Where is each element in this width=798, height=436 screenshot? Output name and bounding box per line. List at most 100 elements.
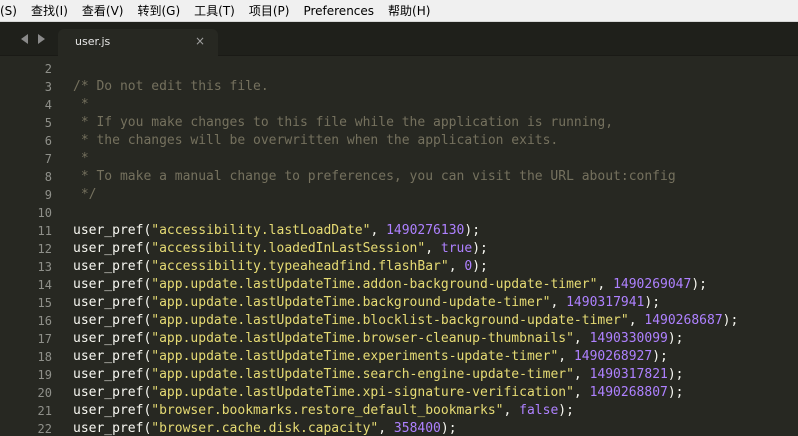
- line-number: 22: [37, 422, 52, 436]
- line-code: /* Do not edit this file.: [73, 78, 269, 96]
- line-code: user_pref("app.update.lastUpdateTime.bro…: [73, 330, 684, 348]
- close-icon[interactable]: ×: [195, 34, 205, 48]
- line-number: 5: [44, 116, 52, 130]
- code-line[interactable]: 5 * If you make changes to this file whi…: [0, 114, 798, 132]
- code-line[interactable]: 12 user_pref("accessibility.loadedInLastS…: [0, 240, 798, 258]
- function-name: user_pref(: [73, 313, 152, 328]
- comment-text: *: [73, 151, 89, 166]
- code-line[interactable]: 7 *: [0, 150, 798, 168]
- line-number: 9: [44, 188, 52, 202]
- arrow-right-icon[interactable]: [36, 33, 46, 45]
- line-number: 14: [37, 278, 52, 292]
- menu-item-view[interactable]: 查看(V): [75, 0, 131, 22]
- code-line[interactable]: 11 user_pref("accessibility.lastLoadDate"…: [0, 222, 798, 240]
- code-line[interactable]: 6 * the changes will be overwritten when…: [0, 132, 798, 150]
- menu-item-tools[interactable]: 工具(T): [187, 0, 242, 22]
- line-code: user_pref("accessibility.typeaheadfind.f…: [73, 258, 488, 276]
- function-name: user_pref(: [73, 349, 152, 364]
- line-number: 3: [44, 80, 52, 94]
- string-literal: "accessibility.typeaheadfind.flashBar": [151, 259, 449, 274]
- menu-item-help[interactable]: 帮助(H): [381, 0, 437, 22]
- code-line[interactable]: 15 user_pref("app.update.lastUpdateTime.b…: [0, 294, 798, 312]
- code-line[interactable]: 19 user_pref("app.update.lastUpdateTime.s…: [0, 366, 798, 384]
- code-line[interactable]: 21 user_pref("browser.bookmarks.restore_d…: [0, 402, 798, 420]
- menu-item-project[interactable]: 项目(P): [242, 0, 297, 22]
- function-name: user_pref(: [73, 277, 152, 292]
- line-code: * If you make changes to this file while…: [73, 114, 613, 132]
- menu-item-find[interactable]: 查找(I): [24, 0, 75, 22]
- function-name: user_pref(: [73, 385, 152, 400]
- punctuation: );: [667, 367, 684, 382]
- line-code: *: [73, 96, 89, 114]
- comment-text: */: [73, 187, 97, 202]
- string-literal: "browser.bookmarks.restore_default_bookm…: [151, 403, 504, 418]
- string-literal: "browser.cache.disk.capacity": [151, 421, 379, 436]
- arrow-left-icon[interactable]: [20, 33, 30, 45]
- punctuation: );: [667, 331, 684, 346]
- tab-user-js[interactable]: user.js ×: [58, 29, 218, 56]
- code-line[interactable]: 20 user_pref("app.update.lastUpdateTime.x…: [0, 384, 798, 402]
- line-number: 20: [37, 386, 52, 400]
- punctuation: ,: [573, 367, 590, 382]
- menu-item-goto[interactable]: 转到(G): [130, 0, 187, 22]
- comment-text: /* Do not edit this file.: [73, 79, 269, 94]
- comment-text: * If you make changes to this file while…: [73, 115, 614, 130]
- value-literal: 1490268687: [644, 313, 723, 328]
- punctuation: ,: [503, 403, 520, 418]
- menu-item-preferences[interactable]: Preferences: [296, 0, 381, 22]
- code-editor[interactable]: 2 3/* Do not edit this file. 4 * 5 * If you…: [0, 56, 798, 436]
- code-line[interactable]: 2: [0, 60, 798, 78]
- punctuation: );: [667, 385, 684, 400]
- line-number: 15: [37, 296, 52, 310]
- code-line[interactable]: 4 *: [0, 96, 798, 114]
- code-line[interactable]: 14 user_pref("app.update.lastUpdateTime.a…: [0, 276, 798, 294]
- string-literal: "accessibility.loadedInLastSession": [151, 241, 426, 256]
- line-code: user_pref("app.update.lastUpdateTime.blo…: [73, 312, 738, 330]
- line-number: 17: [37, 332, 52, 346]
- punctuation: );: [464, 223, 481, 238]
- line-number: 12: [37, 242, 52, 256]
- value-literal: 1490268927: [573, 349, 653, 364]
- code-line[interactable]: 10: [0, 204, 798, 222]
- code-line[interactable]: 13 user_pref("accessibility.typeaheadfind…: [0, 258, 798, 276]
- string-literal: "app.update.lastUpdateTime.background-up…: [151, 295, 551, 310]
- line-number: 11: [37, 224, 52, 238]
- line-code: user_pref("browser.cache.disk.capacity",…: [73, 420, 457, 436]
- function-name: user_pref(: [73, 241, 152, 256]
- punctuation: ,: [448, 259, 465, 274]
- code-line[interactable]: 22 user_pref("browser.cache.disk.capacity…: [0, 420, 798, 436]
- line-number: 7: [44, 152, 52, 166]
- line-number: 8: [44, 170, 52, 184]
- string-literal: "accessibility.lastLoadDate": [151, 223, 371, 238]
- line-code: *: [73, 150, 89, 168]
- punctuation: );: [472, 241, 488, 256]
- tab-navigation: [20, 32, 50, 46]
- value-literal: true: [440, 241, 473, 256]
- line-code: user_pref("app.update.lastUpdateTime.bac…: [73, 294, 660, 312]
- code-line[interactable]: 18 user_pref("app.update.lastUpdateTime.e…: [0, 348, 798, 366]
- string-literal: "app.update.lastUpdateTime.addon-backgro…: [151, 277, 598, 292]
- line-code: user_pref("browser.bookmarks.restore_def…: [73, 402, 574, 420]
- code-line[interactable]: 8 * To make a manual change to preferenc…: [0, 168, 798, 186]
- code-line[interactable]: 9 */: [0, 186, 798, 204]
- function-name: user_pref(: [73, 421, 152, 436]
- function-name: user_pref(: [73, 367, 152, 382]
- punctuation: );: [652, 349, 668, 364]
- punctuation: ,: [558, 349, 574, 364]
- line-number: 2: [44, 62, 52, 76]
- line-number: 13: [37, 260, 52, 274]
- punctuation: );: [722, 313, 739, 328]
- code-line[interactable]: 16 user_pref("app.update.lastUpdateTime.b…: [0, 312, 798, 330]
- punctuation: ,: [573, 331, 590, 346]
- tab-bar: user.js ×: [0, 22, 798, 56]
- value-literal: 1490317821: [589, 367, 668, 382]
- code-line[interactable]: 17 user_pref("app.update.lastUpdateTime.b…: [0, 330, 798, 348]
- code-line[interactable]: 3 /* Do not edit this file.: [0, 78, 798, 96]
- menu-item-search[interactable]: (S): [0, 0, 24, 22]
- comment-text: *: [73, 97, 89, 112]
- line-code: * the changes will be overwritten when t…: [73, 132, 558, 150]
- string-literal: "app.update.lastUpdateTime.browser-clean…: [151, 331, 574, 346]
- comment-text: * the changes will be overwritten when t…: [73, 133, 559, 148]
- punctuation: ,: [378, 421, 394, 436]
- line-number: 4: [44, 98, 52, 112]
